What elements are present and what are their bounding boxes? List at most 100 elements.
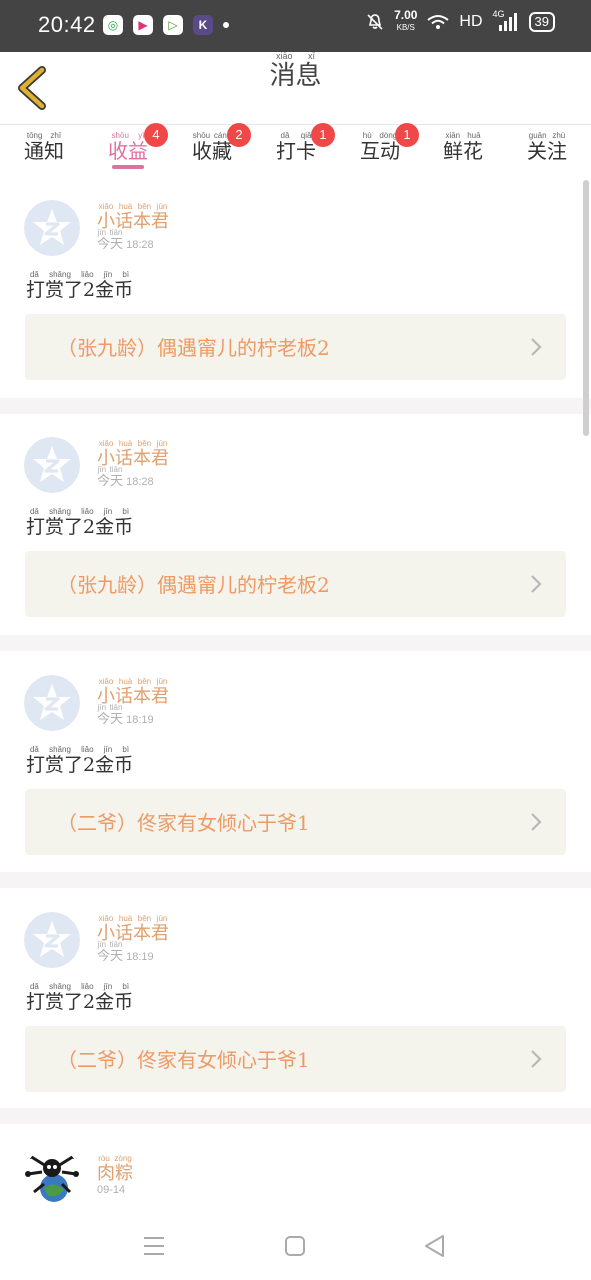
message-card: 小话本君xiǎo huà běn jūn 今天jīn tiān 18:19 打赏… [0, 892, 591, 1112]
tab-earnings[interactable]: 收益shōu yì 4 [108, 123, 168, 164]
message-time: 今天jīn tiān 18:19 [97, 940, 154, 964]
tab-pinyin: guān zhù [527, 131, 567, 140]
status-time: 20:42 [38, 12, 96, 37]
page-title: 消息 xiāo xī [0, 51, 591, 92]
tab-badge: 1 [395, 123, 419, 147]
default-avatar-icon[interactable] [24, 675, 80, 731]
message-time: 09-14 [97, 1184, 125, 1196]
tab-notifications[interactable]: 通知tōng zhī [24, 131, 64, 164]
tab-badge: 4 [144, 123, 168, 147]
tab-pinyin: tōng zhī [24, 131, 64, 140]
menu-icon[interactable] [140, 1232, 168, 1260]
mute-bell-icon [367, 13, 383, 30]
linked-story-title: （二爷）佟家有女倾心于爷1 [57, 1048, 310, 1072]
linked-story-title: （张九龄）偶遇甯儿的柠老板2 [57, 573, 330, 597]
tab-label: 收益 [108, 139, 148, 163]
default-avatar-icon[interactable] [24, 912, 80, 968]
page-title-text: 消息 [269, 61, 322, 91]
linked-story-item[interactable]: （二爷）佟家有女倾心于爷1 [25, 789, 566, 855]
message-action-pinyin: dǎ shǎng liǎo jīn bì [26, 982, 134, 991]
tab-label: 收藏 [192, 139, 232, 163]
tab-pinyin: xiān huā [443, 131, 483, 140]
message-clock: 18:19 [126, 951, 154, 963]
scrollbar[interactable] [583, 180, 589, 436]
network-hd: HD [459, 12, 483, 30]
tab-pinyin: shōu yì [108, 131, 148, 140]
user-avatar-image[interactable] [24, 1148, 80, 1204]
message-card: 小话本君xiǎo huà běn jūn 今天jīn tiān 18:28 打赏… [0, 417, 591, 637]
speed-unit: KB/S [396, 23, 415, 32]
home-square-icon[interactable] [281, 1232, 309, 1260]
message-day-pinyin: jīn tiān [97, 465, 124, 474]
tab-interactions[interactable]: 互动hù dòng 1 [360, 123, 419, 164]
tab-flowers[interactable]: 鲜花xiān huā [443, 131, 483, 164]
app-notification-icon: ◎ [103, 15, 123, 35]
tab-label: 通知 [24, 139, 64, 163]
sender-name[interactable]: 肉粽ròu zòng [97, 1154, 133, 1185]
default-avatar-icon[interactable] [24, 200, 80, 256]
tab-pinyin: hù dòng [360, 131, 400, 140]
tab-label: 鲜花 [443, 139, 483, 163]
tab-following[interactable]: 关注guān zhù [527, 131, 567, 164]
message-action-pinyin: dǎ shǎng liǎo jīn bì [26, 507, 134, 516]
video-app-notification-icon: ▶ [133, 15, 153, 35]
message-action-text: 打赏了2金币 [26, 991, 134, 1013]
player-app-notification-icon: ▷ [163, 15, 183, 35]
speed-value: 7.00 [394, 8, 418, 22]
message-card: 小话本君xiǎo huà běn jūn 今天jīn tiān 18:19 打赏… [0, 655, 591, 875]
card-divider [0, 872, 591, 888]
message-time: 今天jīn tiān 18:19 [97, 703, 154, 727]
message-time: 今天jīn tiān 18:28 [97, 228, 154, 252]
message-clock: 18:28 [126, 239, 154, 251]
k-app-notification-icon: K [193, 15, 213, 35]
system-nav-bar [0, 1218, 591, 1280]
tab-badge: 1 [311, 123, 335, 147]
message-day: 今天 [97, 237, 124, 252]
message-action-text: 打赏了2金币 [26, 279, 134, 301]
message-clock: 18:19 [126, 714, 154, 726]
default-avatar-icon[interactable] [24, 437, 80, 493]
linked-story-item[interactable]: （二爷）佟家有女倾心于爷1 [25, 1026, 566, 1092]
message-action-pinyin: dǎ shǎng liǎo jīn bì [26, 745, 134, 754]
status-app-icons: ◎ ▶ ▷ K [103, 15, 229, 35]
tab-checkin[interactable]: 打卡dǎ qiǎ 1 [276, 123, 335, 164]
active-tab-indicator [112, 165, 144, 169]
status-indicators: 7.00 KB/S HD 4G 39 [366, 8, 555, 33]
tab-label: 关注 [527, 139, 567, 163]
message-action-text: 打赏了2金币 [26, 516, 134, 538]
tab-pinyin: shōu cáng [192, 131, 232, 140]
sender-name-pinyin: xiǎo huà běn jūn [97, 677, 169, 686]
tab-label: 打卡 [276, 139, 316, 163]
chevron-right-icon [531, 575, 542, 593]
chevron-right-icon [531, 813, 542, 831]
cell-signal-icon: 4G [493, 9, 519, 31]
more-notifications-dot [223, 22, 229, 28]
message-card: 小话本君xiǎo huà běn jūn 今天jīn tiān 18:28 打赏… [0, 180, 591, 400]
message-action-pinyin: dǎ shǎng liǎo jīn bì [26, 270, 134, 279]
app-header: 消息 xiāo xī [0, 51, 591, 124]
message-day: 今天 [97, 712, 124, 727]
card-divider [0, 1108, 591, 1124]
linked-story-title: （二爷）佟家有女倾心于爷1 [57, 811, 310, 835]
message-day-pinyin: jīn tiān [97, 228, 124, 237]
linked-story-item[interactable]: （张九龄）偶遇甯儿的柠老板2 [25, 314, 566, 380]
back-triangle-icon[interactable] [421, 1232, 449, 1260]
linked-story-title: （张九龄）偶遇甯儿的柠老板2 [57, 336, 330, 360]
chevron-right-icon [531, 1050, 542, 1068]
message-action: 打赏了2金币dǎ shǎng liǎo jīn bì [26, 507, 133, 539]
battery-level: 39 [528, 11, 555, 32]
tab-badge: 2 [227, 123, 251, 147]
wifi-icon [427, 14, 450, 29]
sender-name-pinyin: ròu zòng [97, 1154, 133, 1163]
sender-name-text: 肉粽 [97, 1163, 133, 1184]
sender-name-pinyin: xiǎo huà běn jūn [97, 439, 169, 448]
network-speed: 7.00 KB/S [394, 8, 418, 33]
page-title-pinyin: xiāo xī [269, 51, 322, 61]
tab-bar: 通知tōng zhī 收益shōu yì 4 收藏shōu cáng 2 打卡d… [0, 123, 591, 177]
message-action: 打赏了2金币dǎ shǎng liǎo jīn bì [26, 745, 133, 777]
message-day-pinyin: jīn tiān [97, 940, 124, 949]
tab-label: 互动 [360, 139, 400, 163]
tab-favorites[interactable]: 收藏shōu cáng 2 [192, 123, 251, 164]
linked-story-item[interactable]: （张九龄）偶遇甯儿的柠老板2 [25, 551, 566, 617]
message-clock: 09-14 [97, 1184, 126, 1196]
